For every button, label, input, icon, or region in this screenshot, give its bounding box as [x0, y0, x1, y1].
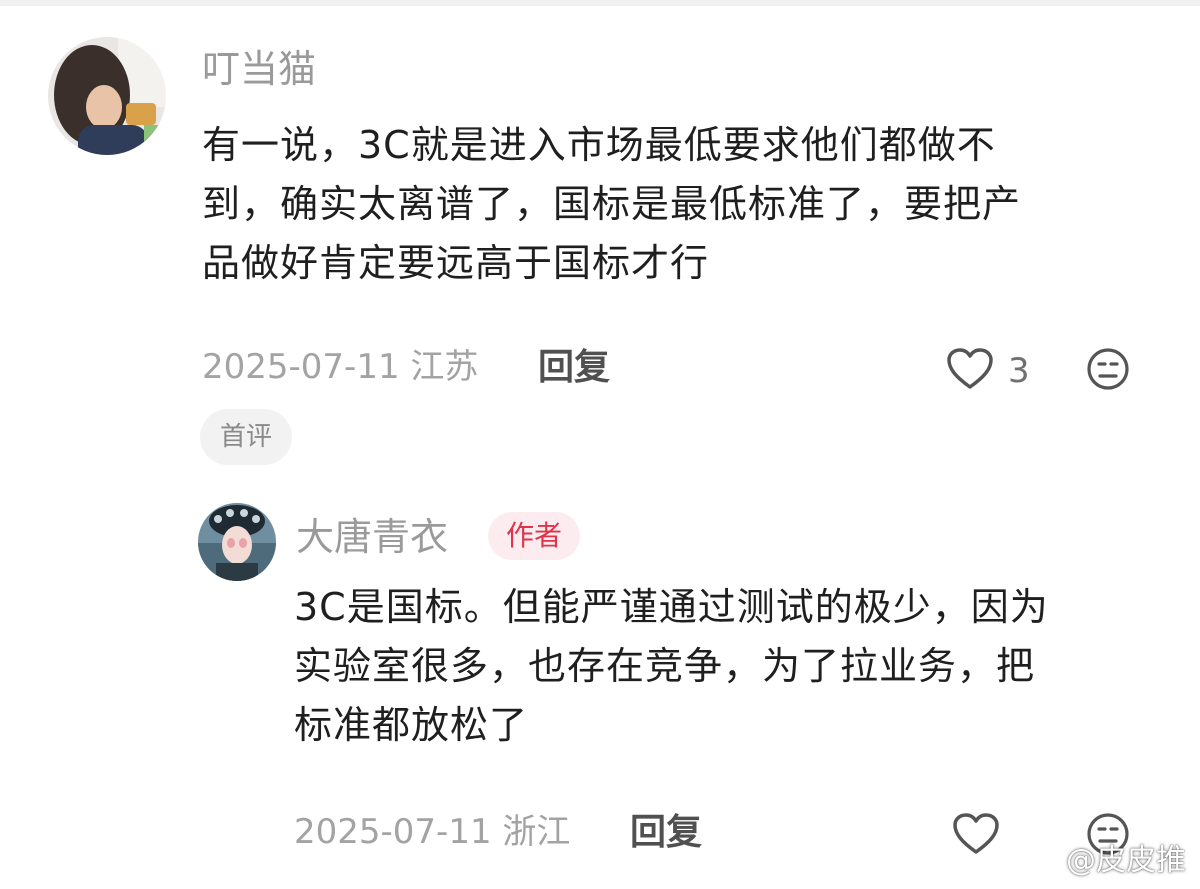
comment-text-line: 品做好肯定要远高于国标才行 — [202, 241, 710, 285]
comment-reply-button[interactable]: 回复 — [538, 350, 610, 386]
neutral-face-icon[interactable] — [1086, 347, 1130, 395]
weibo-logo-icon — [1018, 837, 1059, 877]
watermark: @皮皮推 — [1018, 835, 1186, 879]
reply-location: 浙江 — [502, 812, 571, 852]
top-divider — [0, 0, 1200, 6]
comment-like-count: 3 — [1008, 351, 1030, 391]
reply-reply-button[interactable]: 回复 — [630, 815, 702, 851]
user-avatar[interactable] — [48, 37, 166, 155]
comment-like-button[interactable]: 3 — [946, 347, 1030, 395]
comment-username[interactable]: 叮当猫 — [202, 50, 316, 88]
reply-date: 2025-07-11 — [294, 812, 492, 852]
comment-date: 2025-07-11 — [202, 347, 400, 387]
comment-meta: 2025-07-11 江苏 — [202, 350, 478, 384]
author-badge: 作者 — [488, 512, 581, 560]
comment-text: 有一说，3C就是进入市场最低要求他们都做不 到，确实太离谱了，国标是最低标准了，… — [202, 116, 1021, 293]
reply-meta: 2025-07-11 浙江 — [294, 815, 570, 849]
reply-like-button[interactable] — [952, 812, 1000, 860]
reply-text-line: 实验室很多，也存在竞争，为了拉业务，把 — [294, 644, 1036, 688]
reply-text: 3C是国标。但能严谨通过测试的极少，因为 实验室很多，也存在竞争，为了拉业务，把… — [294, 578, 1049, 755]
comment-location: 江苏 — [410, 347, 479, 387]
heart-outline-icon — [952, 813, 1000, 860]
reply-text-line: 3C是国标。但能严谨通过测试的极少，因为 — [294, 585, 1049, 629]
comment-text-line: 有一说，3C就是进入市场最低要求他们都做不 — [202, 123, 996, 167]
reply-text-line: 标准都放松了 — [294, 703, 529, 747]
reply-avatar[interactable] — [198, 503, 276, 581]
heart-outline-icon — [946, 347, 994, 395]
comment-text-line: 到，确实太离谱了，国标是最低标准了，要把产 — [202, 182, 1022, 226]
watermark-text: @皮皮推 — [1066, 843, 1186, 878]
reply-username[interactable]: 大唐青衣 — [296, 518, 448, 556]
first-comment-tag: 首评 — [200, 409, 293, 465]
